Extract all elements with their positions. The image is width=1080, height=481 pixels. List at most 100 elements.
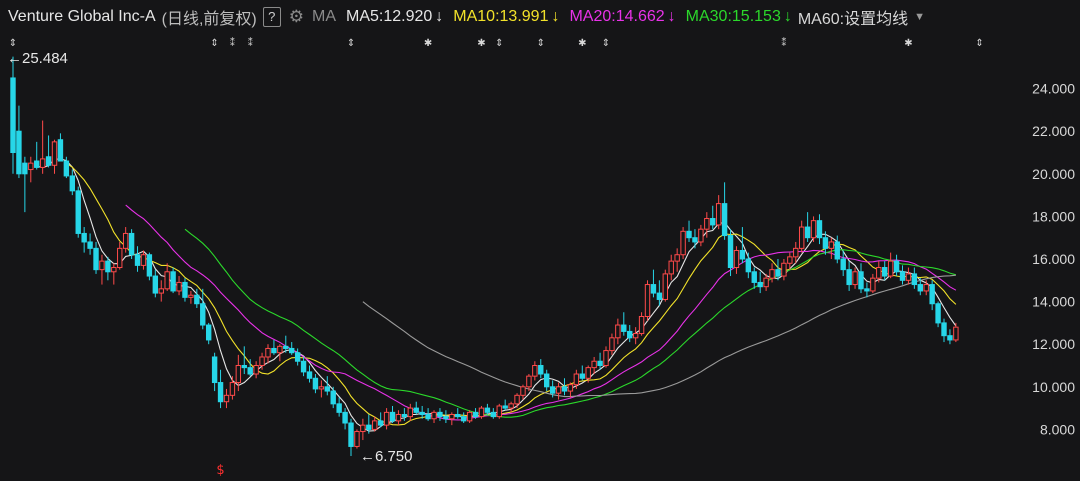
candle [538, 359, 544, 379]
candle [544, 369, 550, 392]
candle [235, 354, 242, 392]
candle [372, 416, 378, 432]
candle [395, 410, 402, 426]
event-marker-icon[interactable]: ⁑ [781, 36, 786, 49]
candle [846, 261, 852, 291]
candle [609, 333, 615, 355]
candle [342, 408, 348, 430]
candle [57, 133, 64, 162]
event-marker-icon[interactable]: ⇕ [495, 38, 503, 49]
dividend-marker-icon[interactable]: $ [216, 463, 224, 478]
candle [22, 156, 28, 213]
candle [484, 403, 491, 415]
candle [134, 246, 141, 272]
candle [935, 301, 941, 328]
y-tick-label: 20.000 [1032, 166, 1075, 182]
candle [401, 408, 408, 421]
event-marker-icon[interactable]: ⇕ [602, 38, 610, 49]
event-marker-icon[interactable]: ✱ [904, 38, 912, 49]
candle [99, 254, 105, 285]
candle [650, 269, 657, 298]
event-marker-icon[interactable]: ⁑ [230, 36, 235, 49]
candle [407, 403, 414, 421]
candle [496, 403, 502, 419]
event-marker-icon[interactable]: ✱ [424, 38, 432, 49]
candle [111, 263, 117, 285]
candle [674, 248, 680, 272]
candles [10, 56, 959, 457]
candle [929, 280, 935, 311]
candle [122, 227, 129, 253]
candle [176, 276, 182, 296]
candle [816, 214, 823, 245]
candle [51, 139, 58, 174]
candle [39, 120, 46, 174]
event-marker-icon[interactable]: ⇕ [347, 38, 355, 49]
high-price-label: ←25.484 [7, 50, 68, 67]
candle [514, 393, 520, 409]
candle [692, 229, 698, 249]
ma30-arrow-icon: ↓ [783, 8, 792, 25]
stock-title[interactable]: Venture Global Inc-A [8, 8, 156, 26]
ma10-line [66, 162, 957, 426]
low-price-label: ←6.750 [360, 448, 413, 465]
y-tick-label: 18.000 [1032, 208, 1075, 224]
y-axis: 24.000 22.000 20.000 18.000 16.000 14.000 12.0… [1032, 81, 1075, 438]
moving-average-lines [36, 158, 957, 432]
chart-header: Venture Global Inc-A (日线,前复权) ? ⚙ MA MA5… [0, 0, 1080, 34]
adjust-mode[interactable]: (日线,前复权) [162, 5, 257, 29]
event-marker-icon[interactable]: ⇕ [537, 38, 545, 49]
candle [893, 254, 900, 277]
event-marker-icon[interactable]: ✱ [477, 38, 485, 49]
candle [117, 241, 123, 270]
candlestick-chart: 24.000 22.000 20.000 18.000 16.000 14.000 12.0… [7, 36, 1075, 478]
candle [265, 344, 271, 364]
ma20-arrow-icon: ↓ [667, 8, 676, 25]
candle [721, 182, 728, 240]
candle [170, 267, 176, 294]
candle [69, 169, 75, 196]
gear-icon[interactable]: ⚙ [289, 7, 304, 27]
candle [686, 220, 692, 242]
candle [164, 263, 170, 291]
candle [300, 356, 307, 377]
candle [431, 410, 437, 424]
dropdown-caret-icon[interactable]: ▼ [914, 11, 925, 23]
candle [460, 412, 467, 424]
candle [229, 376, 236, 400]
candle [294, 348, 301, 366]
ma-label: MA [312, 8, 336, 25]
candle [271, 339, 277, 355]
event-marker-icon[interactable]: ✱ [578, 38, 586, 49]
candle [911, 267, 918, 289]
candle [567, 382, 574, 398]
candle [597, 352, 603, 370]
candle [318, 380, 325, 398]
y-tick-label: 16.000 [1032, 251, 1075, 267]
ma5-value: MA5:12.920 [346, 8, 433, 25]
candle [45, 135, 52, 168]
event-marker-icon[interactable]: ⇕ [9, 38, 17, 49]
candle [757, 271, 763, 294]
event-marker-icon[interactable]: ⇕ [210, 38, 218, 49]
event-marker-icon[interactable]: ⇕ [975, 38, 983, 49]
candle [16, 105, 22, 179]
candle [852, 267, 858, 289]
candle [158, 280, 164, 302]
event-marker-icon[interactable]: ⁑ [248, 36, 253, 49]
candle [336, 397, 342, 417]
candle [781, 259, 787, 281]
candle [710, 205, 716, 230]
y-tick-label: 14.000 [1032, 294, 1075, 310]
candle [905, 267, 912, 285]
ma60-settings[interactable]: MA60:设置均线 [798, 5, 908, 29]
help-icon[interactable]: ? [262, 7, 281, 27]
candle [870, 273, 876, 294]
candle [437, 408, 443, 421]
ma20-value: MA20:14.662 [569, 8, 665, 25]
candle [28, 156, 34, 183]
candle [941, 318, 947, 343]
ma10-arrow-icon: ↓ [551, 8, 560, 25]
candle [745, 252, 752, 279]
candle [864, 282, 870, 298]
